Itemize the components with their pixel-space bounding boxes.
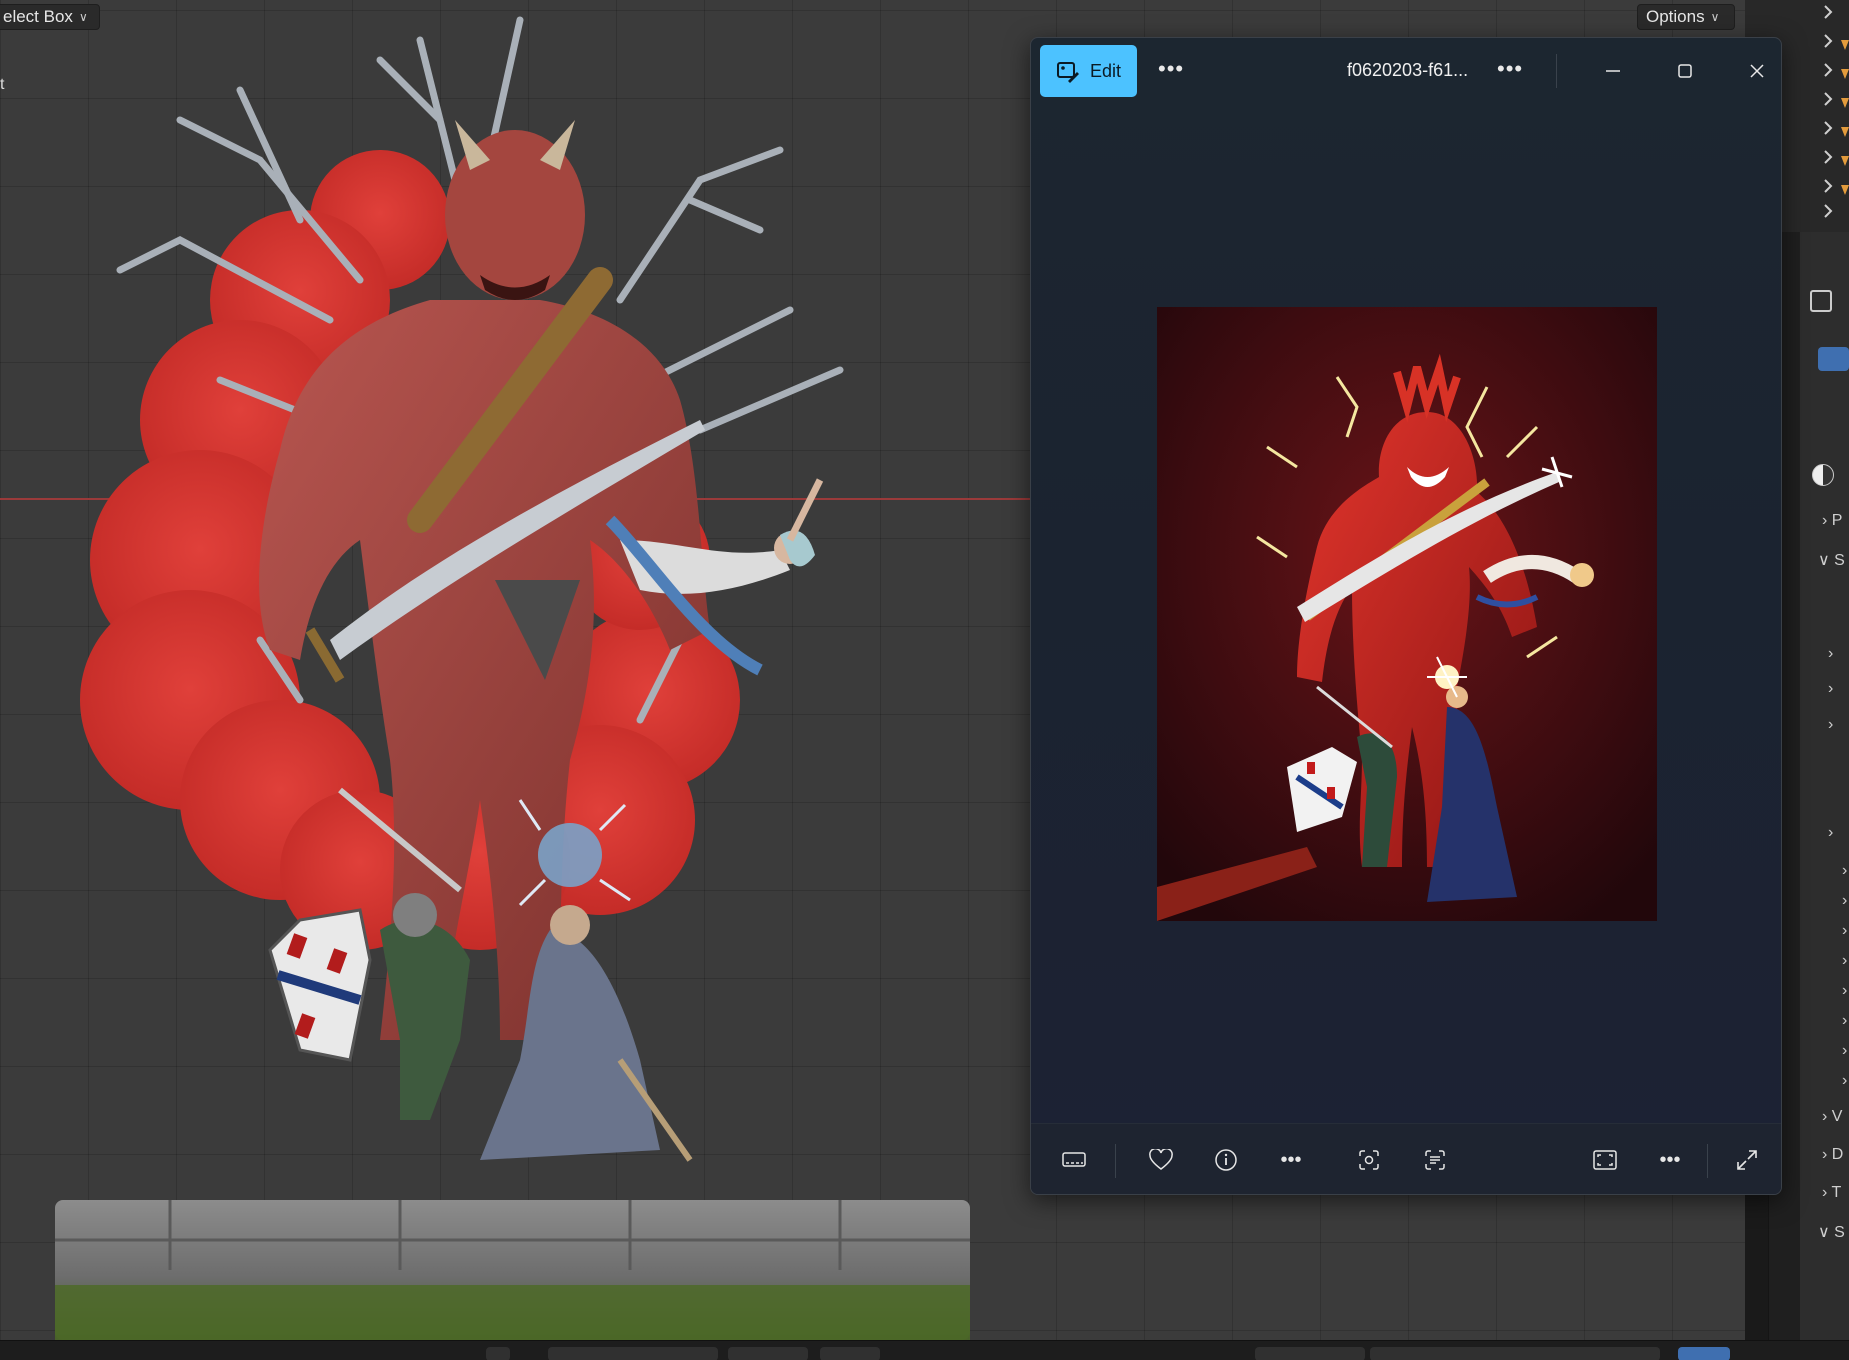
toolbar-divider	[1707, 1144, 1708, 1178]
shading-icon[interactable]	[1812, 464, 1834, 486]
panel-header-s2[interactable]: ∨ S	[1818, 1222, 1845, 1242]
edit-button[interactable]: Edit	[1040, 45, 1137, 97]
painting-image	[1157, 307, 1657, 921]
info-icon	[1215, 1149, 1237, 1171]
panel-header-s[interactable]: ∨ S	[1818, 550, 1845, 570]
chevron-right-icon[interactable]: ›	[1828, 680, 1833, 698]
chevron-right-icon[interactable]: ›	[1828, 645, 1833, 663]
maximize-icon	[1678, 64, 1692, 78]
status-bar	[0, 1340, 1849, 1360]
fit-window-icon	[1593, 1150, 1617, 1170]
minimize-icon	[1606, 70, 1620, 72]
chevron-right-icon: ›	[1822, 1184, 1828, 1201]
title-more-options-icon[interactable]: •••	[1497, 58, 1523, 80]
filmstrip-button[interactable]	[1056, 1142, 1092, 1178]
photos-titlebar: Edit ••• f0620203-f61... •••	[1031, 38, 1781, 104]
photos-bottom-toolbar: ••• •••	[1031, 1123, 1781, 1194]
favorite-button[interactable]	[1143, 1142, 1179, 1178]
reference-painting[interactable]	[1157, 307, 1657, 921]
chevron-right-icon: ›	[1822, 1108, 1828, 1125]
panel-header-v[interactable]: › V	[1822, 1108, 1842, 1126]
more-options-icon[interactable]: •••	[1158, 58, 1184, 80]
status-widget[interactable]	[486, 1347, 510, 1360]
fit-to-window-button[interactable]	[1587, 1142, 1623, 1178]
keyframe-controls[interactable]	[728, 1347, 808, 1360]
sculpture-model[interactable]	[0, 0, 1030, 1340]
more-tools-icon[interactable]: •••	[1273, 1142, 1309, 1178]
desktop: elect Box ∨ Options ∨ t › P ∨ S › › › › …	[0, 0, 1849, 1360]
expand-icon	[1737, 1150, 1757, 1170]
chevron-right-icon: ›	[1822, 512, 1828, 529]
chevron-right-icon[interactable]: ›	[1842, 892, 1847, 910]
chevron-right-icon[interactable]: ›	[1842, 1012, 1847, 1030]
full-screen-button[interactable]	[1729, 1142, 1765, 1178]
minimize-button[interactable]	[1593, 52, 1633, 90]
heart-icon	[1149, 1149, 1173, 1170]
text-scan-icon	[1425, 1150, 1445, 1170]
stone-base	[55, 1200, 970, 1340]
chevron-right-icon[interactable]: ›	[1842, 952, 1847, 970]
panel-header-t[interactable]: › T	[1822, 1184, 1841, 1202]
chevron-right-icon: ›	[1822, 1146, 1828, 1163]
playback-controls[interactable]	[548, 1347, 718, 1360]
chevron-right-icon[interactable]: ›	[1842, 922, 1847, 940]
edit-label: Edit	[1089, 60, 1122, 81]
copy-text-button[interactable]	[1417, 1142, 1453, 1178]
toolbar-divider	[1115, 1144, 1116, 1178]
close-button[interactable]	[1737, 52, 1777, 90]
chevron-right-icon[interactable]: ›	[1842, 982, 1847, 1000]
titlebar-divider	[1556, 54, 1557, 88]
chevron-right-icon[interactable]: ›	[1842, 1072, 1847, 1090]
chevron-right-icon[interactable]: ›	[1828, 824, 1833, 842]
options-dropdown[interactable]: Options ∨	[1637, 4, 1735, 30]
material-preview-icon[interactable]	[1818, 347, 1849, 371]
photos-window[interactable]: Edit ••• f0620203-f61... ••• ••• •••	[1030, 37, 1782, 1195]
sync-toggle[interactable]	[1678, 1347, 1730, 1360]
maximize-button[interactable]	[1665, 52, 1705, 90]
frame-field[interactable]	[1255, 1347, 1365, 1360]
filmstrip-icon	[1062, 1152, 1086, 1167]
chevron-down-icon: ∨	[1818, 1224, 1830, 1241]
file-title: f0620203-f61...	[1347, 60, 1469, 80]
panel-header-d[interactable]: › D	[1822, 1146, 1843, 1164]
properties-panel-content[interactable]	[1800, 232, 1849, 1340]
chevron-right-icon[interactable]: ›	[1828, 716, 1833, 734]
view-more-icon[interactable]: •••	[1652, 1142, 1688, 1178]
info-button[interactable]	[1208, 1142, 1244, 1178]
edit-image-icon	[1056, 62, 1079, 83]
object-icon[interactable]	[1810, 290, 1832, 312]
visual-search-button[interactable]	[1351, 1142, 1387, 1178]
close-icon	[1750, 64, 1764, 78]
chevron-down-icon: ∨	[1818, 552, 1830, 569]
visual-search-icon	[1359, 1150, 1379, 1170]
timer-widget[interactable]	[820, 1347, 880, 1360]
options-label: Options	[1646, 7, 1705, 26]
frame-range-field[interactable]	[1370, 1347, 1660, 1360]
chevron-right-icon[interactable]: ›	[1842, 1042, 1847, 1060]
panel-header-p[interactable]: › P	[1822, 512, 1842, 530]
chevron-right-icon[interactable]: ›	[1842, 862, 1847, 880]
chevron-down-icon: ∨	[1710, 10, 1720, 24]
